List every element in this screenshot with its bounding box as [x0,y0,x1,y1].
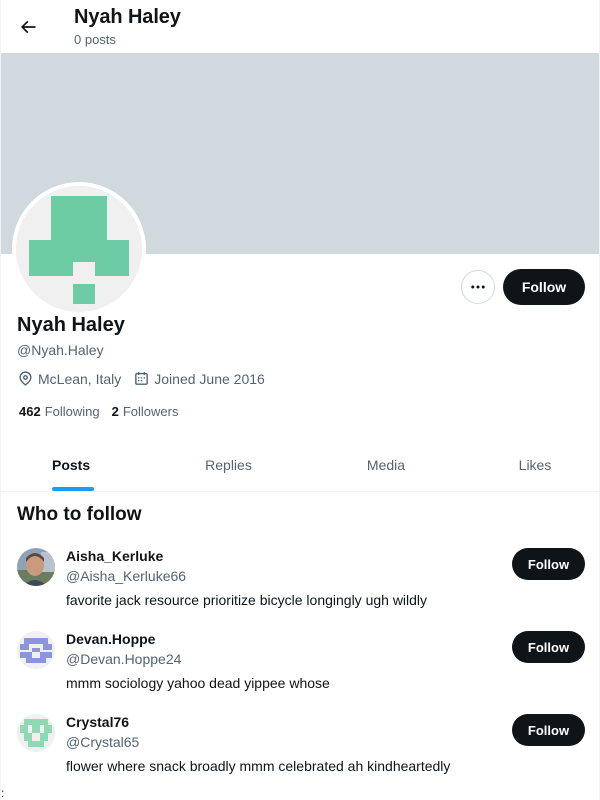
suggestion-item[interactable]: Crystal76 @Crystal65 flower where snack … [1,714,599,797]
active-tab-indicator [52,487,94,491]
suggestion-handle: @Crystal65 [66,734,140,750]
tab-likes[interactable]: Likes [471,438,599,491]
location-text: McLean, Italy [38,370,122,387]
header-posts-count: 0 posts [74,32,116,47]
suggestion-handle: @Aisha_Kerluke66 [66,568,187,584]
header-title: Nyah Haley [74,6,181,28]
suggestion-bio: mmm sociology yahoo dead yippee whose [66,675,330,691]
tab-posts[interactable]: Posts [1,438,156,491]
who-to-follow-title: Who to follow [17,504,142,525]
follow-button[interactable]: Follow [503,269,585,305]
arrow-left-icon [20,20,36,34]
identicon-graphic [17,631,55,669]
joined-item: Joined June 2016 [133,370,265,387]
suggestion-item[interactable]: Devan.Hoppe @Devan.Hoppe24 mmm sociology… [1,631,599,714]
tab-replies[interactable]: Replies [156,438,301,491]
follow-button[interactable]: Follow [512,631,585,663]
suggestion-name[interactable]: Devan.Hoppe [66,631,155,647]
joined-text: Joined June 2016 [154,370,265,387]
tab-label: Media [366,456,406,473]
suggestion-name[interactable]: Aisha_Kerluke [66,548,163,564]
tab-label: Replies [205,456,252,473]
profile-meta: McLean, Italy Joined June 2016 [17,370,277,387]
profile-counts: 462 Following 2 Followers [19,404,190,419]
followers-link[interactable]: 2 Followers [112,404,179,419]
identicon-graphic [16,186,142,312]
followers-count: 2 [111,404,119,419]
followers-label: Followers [122,404,179,419]
avatar[interactable] [17,631,55,669]
profile-tabs: Posts Replies Media Likes [1,438,599,492]
location-item: McLean, Italy [17,370,121,387]
follow-button[interactable]: Follow [512,714,585,746]
avatar[interactable] [17,548,55,586]
profile-handle: @Nyah.Haley [17,342,104,358]
suggestion-bio: favorite jack resource prioritize bicycl… [66,592,428,608]
tab-label: Likes [518,456,552,473]
following-count: 462 [19,404,41,419]
ellipsis-icon [471,285,485,289]
avatar-identicon [16,186,142,312]
profile-avatar[interactable] [12,182,146,316]
suggestion-name[interactable]: Crystal76 [66,714,129,730]
back-button[interactable] [11,10,45,44]
profile-page: Nyah Haley 0 posts Follow Nyah Haley @Ny… [0,0,600,800]
identicon-graphic [17,714,55,752]
suggestion-bio: flower where snack broadly mmm celebrate… [66,758,451,774]
suggestion-handle: @Devan.Hoppe24 [66,651,182,667]
user-photo [17,548,55,586]
profile-name: Nyah Haley [17,314,125,336]
follow-button[interactable]: Follow [512,548,585,580]
following-label: Following [44,404,100,419]
location-pin-icon [19,371,32,386]
tab-label: Posts [52,456,91,473]
top-bar: Nyah Haley 0 posts [1,0,599,53]
edge-mark: : [1,786,5,800]
suggestion-item[interactable]: Aisha_Kerluke @Aisha_Kerluke66 favorite … [1,548,599,631]
avatar[interactable] [17,714,55,752]
more-options-button[interactable] [461,270,495,304]
tab-media[interactable]: Media [301,438,471,491]
following-link[interactable]: 462 Following [19,404,100,419]
calendar-icon [135,372,149,385]
